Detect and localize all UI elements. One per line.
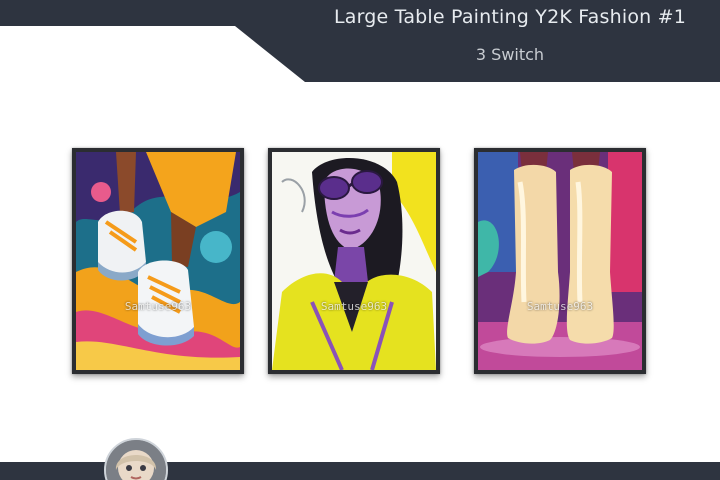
doll-avatar-icon[interactable] (104, 438, 168, 480)
page-title: Large Table Painting Y2K Fashion #1 (333, 6, 687, 28)
watermark-text-2: Samtuse963 (320, 300, 388, 313)
watermark-text-3: Samtuse963 (526, 300, 594, 313)
page-subtitle: 3 Switch (475, 45, 545, 64)
sneakers-painting-image (76, 152, 240, 370)
woman-sunglasses-painting-image (272, 152, 436, 370)
painting-frame-1[interactable]: Samtuse963 (72, 148, 244, 374)
boots-painting-image (478, 152, 642, 370)
header-banner: Large Table Painting Y2K Fashion #1 3 Sw… (0, 0, 720, 82)
watermark-text-1: Samtuse963 (124, 300, 192, 313)
painting-frame-3[interactable]: Samtuse963 (474, 148, 646, 374)
painting-frame-2[interactable]: Samtuse963 (268, 148, 440, 374)
